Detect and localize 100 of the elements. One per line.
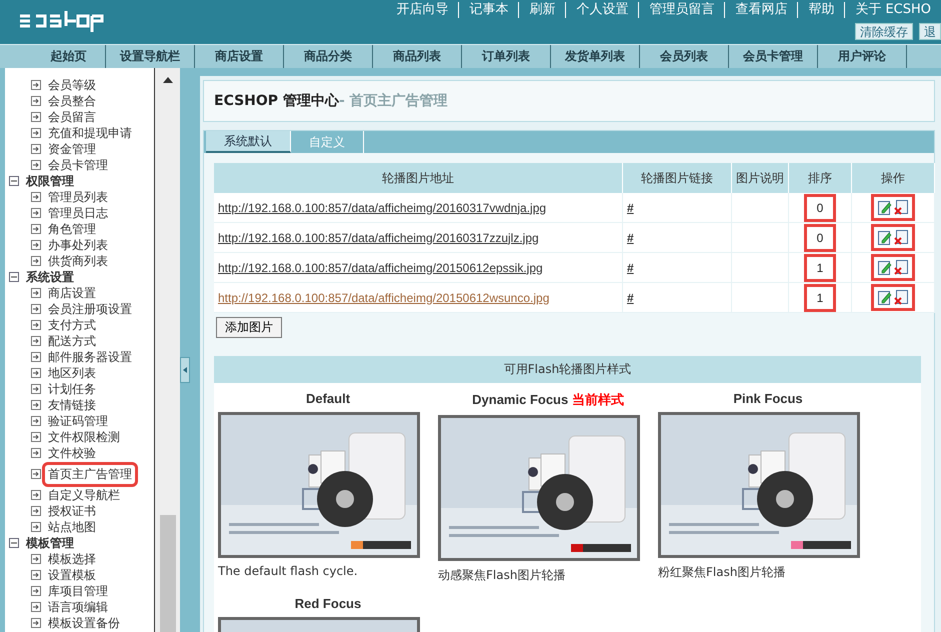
item-icon xyxy=(31,602,41,612)
item-icon xyxy=(31,304,41,314)
sort-value: 0 xyxy=(806,196,834,218)
delete-icon[interactable] xyxy=(894,200,908,215)
menu-item[interactable]: 验证码管理 xyxy=(46,412,110,430)
item-icon xyxy=(31,570,41,580)
item-icon xyxy=(31,506,41,516)
image-url-link[interactable]: http://192.168.0.100:857/data/afficheimg/20150612wsunco.jpg xyxy=(218,290,550,304)
item-icon xyxy=(31,400,41,410)
edit-icon[interactable] xyxy=(878,290,892,305)
menu-group[interactable]: 系统设置 xyxy=(24,268,76,286)
item-icon xyxy=(31,288,41,298)
tab[interactable]: 系统默认 xyxy=(206,131,291,153)
style-caption: The default flash cycle. xyxy=(218,564,358,578)
menu-item[interactable]: 计划任务 xyxy=(46,380,98,398)
item-icon xyxy=(31,384,41,394)
menu-item[interactable]: 自定义导航栏 xyxy=(46,486,122,504)
image-link[interactable]: # xyxy=(627,230,634,244)
menu-item[interactable]: 模板设置备份 xyxy=(46,614,122,632)
column-header: 轮播图片地址 xyxy=(214,163,622,193)
collapse-icon[interactable] xyxy=(9,538,19,548)
image-url-link[interactable]: http://192.168.0.100:857/data/afficheimg/20160317vwdnja.jpg xyxy=(218,200,546,214)
menu-item[interactable]: 设置模板 xyxy=(46,566,98,584)
item-icon xyxy=(31,320,41,330)
add-image-button[interactable]: 添加图片 xyxy=(216,317,282,338)
edit-icon[interactable] xyxy=(878,200,892,215)
menu-item[interactable]: 供货商列表 xyxy=(46,252,110,270)
menu-item[interactable]: 资金管理 xyxy=(46,140,98,158)
item-icon xyxy=(31,586,41,596)
header-link[interactable]: 帮助 xyxy=(797,2,844,18)
sort-value: 1 xyxy=(806,256,834,278)
scroll-up-icon[interactable] xyxy=(162,76,172,84)
image-url-link[interactable]: http://192.168.0.100:857/data/afficheimg/20150612epssik.jpg xyxy=(218,260,543,274)
item-icon xyxy=(31,256,41,266)
item-icon xyxy=(31,432,41,442)
header-link[interactable]: 刷新 xyxy=(518,2,566,18)
menu-item[interactable]: 邮件服务器设置 xyxy=(46,348,134,366)
header-link[interactable]: 关于 ECSHO xyxy=(844,2,941,18)
item-icon xyxy=(31,336,41,346)
menu-item[interactable]: 支付方式 xyxy=(46,316,98,334)
item-icon xyxy=(31,80,41,90)
menu-item[interactable]: 会员留言 xyxy=(46,108,98,126)
menu-item[interactable]: 办事处列表 xyxy=(46,236,110,254)
header-button[interactable]: 退 xyxy=(919,23,941,40)
menu-item[interactable]: 语言项编辑 xyxy=(46,598,110,616)
style-title: Pink Focus xyxy=(732,391,804,406)
menu-item[interactable]: 站点地图 xyxy=(46,518,98,536)
item-icon xyxy=(31,112,41,122)
header-link[interactable]: 开店向导 xyxy=(386,2,458,18)
menu-item[interactable]: 模板选择 xyxy=(46,550,98,568)
header-link[interactable]: 记事本 xyxy=(458,2,518,18)
menu-item[interactable]: 库项目管理 xyxy=(46,582,110,600)
menu-item[interactable]: 配送方式 xyxy=(46,332,98,350)
style-title: Dynamic Focus 当前样式 xyxy=(471,391,625,409)
image-link[interactable]: # xyxy=(627,260,634,274)
header-link[interactable]: 查看网店 xyxy=(724,2,798,18)
header-link[interactable]: 管理员留言 xyxy=(638,2,724,18)
menu-item[interactable]: 文件校验 xyxy=(46,444,98,462)
menu-item[interactable]: 管理员日志 xyxy=(46,204,110,222)
collapse-icon[interactable] xyxy=(9,176,19,186)
style-title: Default xyxy=(304,391,352,406)
item-icon xyxy=(31,490,41,500)
item-icon xyxy=(31,128,41,138)
menu-item[interactable]: 商店设置 xyxy=(46,284,98,302)
menu-group[interactable]: 模板管理 xyxy=(24,534,76,552)
menu-item[interactable]: 文件权限检测 xyxy=(46,428,122,446)
menu-item[interactable]: 管理员列表 xyxy=(46,188,110,206)
item-icon xyxy=(31,522,41,532)
item-icon xyxy=(31,192,41,202)
menu-item[interactable]: 角色管理 xyxy=(46,220,98,238)
image-url-link[interactable]: http://192.168.0.100:857/data/afficheimg/20160317zzujlz.jpg xyxy=(218,230,539,244)
collapse-icon[interactable] xyxy=(9,272,19,282)
menu-item[interactable]: 会员注册项设置 xyxy=(46,300,134,318)
menu-item[interactable]: 授权证书 xyxy=(46,502,98,520)
delete-icon[interactable] xyxy=(894,230,908,245)
menu-item[interactable]: 会员等级 xyxy=(46,76,98,94)
menu-item[interactable]: 地区列表 xyxy=(46,364,98,382)
item-icon xyxy=(31,96,41,106)
menu-item[interactable]: 友情链接 xyxy=(46,396,98,414)
edit-icon[interactable] xyxy=(878,260,892,275)
item-icon xyxy=(31,208,41,218)
header-link[interactable]: 个人设置 xyxy=(565,2,638,18)
header-button[interactable]: 清除缓存 xyxy=(855,23,913,40)
menu-group[interactable]: 权限管理 xyxy=(24,172,76,190)
image-link[interactable]: # xyxy=(627,200,634,214)
scrollbar-thumb[interactable] xyxy=(160,515,176,632)
style-caption: 动感聚焦Flash图片轮播 xyxy=(438,567,566,584)
page-subtitle: - 首页主广告管理 xyxy=(338,92,448,110)
menu-item[interactable]: 会员卡管理 xyxy=(46,156,110,174)
style-title: Red Focus xyxy=(294,596,362,611)
menu-item[interactable]: 会员整合 xyxy=(46,92,98,110)
sort-value: 1 xyxy=(806,286,834,308)
edit-icon[interactable] xyxy=(878,230,892,245)
collapse-handle[interactable] xyxy=(180,357,190,383)
item-icon xyxy=(31,554,41,564)
item-icon xyxy=(31,352,41,362)
delete-icon[interactable] xyxy=(894,290,908,305)
delete-icon[interactable] xyxy=(894,260,908,275)
image-link[interactable]: # xyxy=(627,290,634,304)
menu-item[interactable]: 充值和提现申请 xyxy=(46,124,134,142)
